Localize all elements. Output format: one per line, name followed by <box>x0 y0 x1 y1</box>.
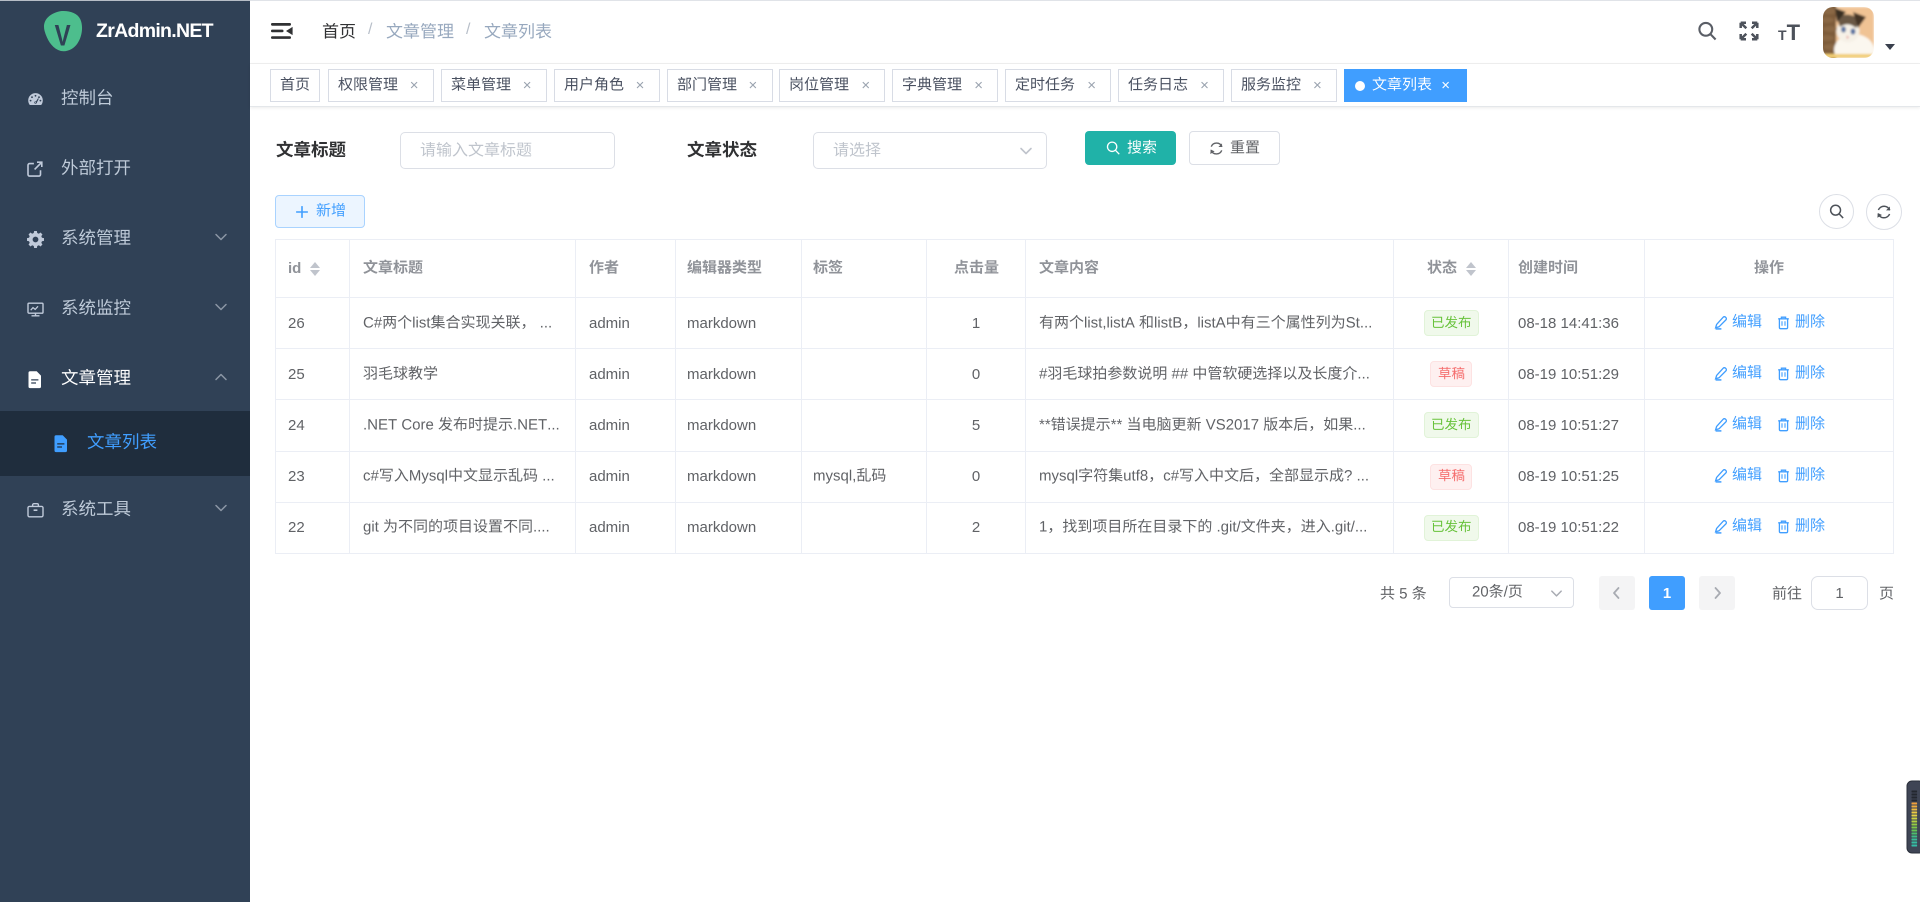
svg-text:V: V <box>55 18 71 52</box>
